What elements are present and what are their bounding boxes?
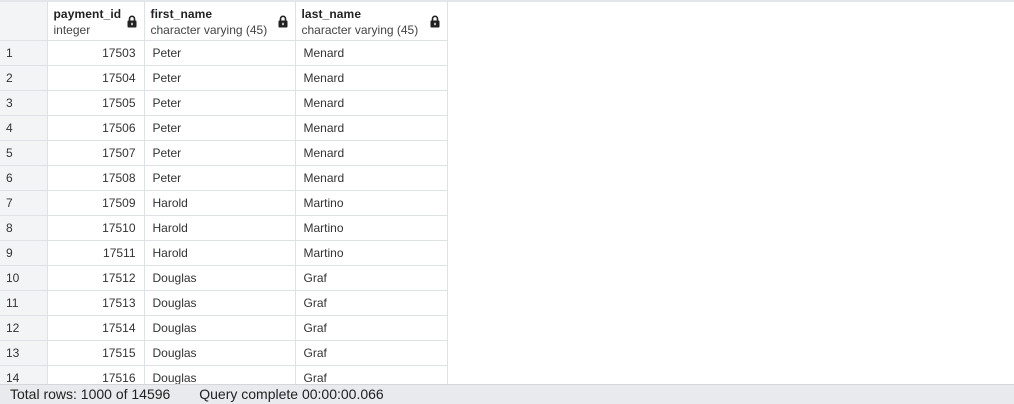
row-number[interactable]: 8 xyxy=(0,215,48,241)
cell-payment-id[interactable]: 17508 xyxy=(47,165,145,191)
data-output-grid[interactable]: payment_id integer first_name character … xyxy=(0,2,1014,384)
lock-icon xyxy=(278,15,287,28)
column-name: first_name xyxy=(150,7,213,21)
row-number[interactable]: 13 xyxy=(0,340,48,366)
cell-first-name[interactable]: Peter xyxy=(144,90,296,116)
row-number[interactable]: 12 xyxy=(0,315,48,341)
cell-payment-id[interactable]: 17509 xyxy=(47,190,145,216)
table-row[interactable]: 2 17504 Peter Menard xyxy=(0,65,448,91)
cell-first-name[interactable]: Peter xyxy=(144,140,296,166)
cell-last-name[interactable]: Martino xyxy=(295,190,448,216)
table-row[interactable]: 12 17514 Douglas Graf xyxy=(0,315,448,341)
result-table: payment_id integer first_name character … xyxy=(0,2,448,384)
column-header-last-name[interactable]: last_name character varying (45) xyxy=(295,2,448,41)
table-row[interactable]: 1 17503 Peter Menard xyxy=(0,40,448,66)
cell-payment-id[interactable]: 17514 xyxy=(47,315,145,341)
cell-first-name[interactable]: Peter xyxy=(144,165,296,191)
table-row[interactable]: 6 17508 Peter Menard xyxy=(0,165,448,191)
cell-last-name[interactable]: Menard xyxy=(295,115,448,141)
cell-last-name[interactable]: Menard xyxy=(295,90,448,116)
row-number-header[interactable] xyxy=(0,2,48,41)
row-number[interactable]: 2 xyxy=(0,65,48,91)
row-number[interactable]: 3 xyxy=(0,90,48,116)
row-number[interactable]: 4 xyxy=(0,115,48,141)
cell-first-name[interactable]: Harold xyxy=(144,240,296,266)
row-number[interactable]: 1 xyxy=(0,40,48,66)
cell-last-name[interactable]: Graf xyxy=(295,315,448,341)
row-number[interactable]: 9 xyxy=(0,240,48,266)
cell-first-name[interactable]: Douglas xyxy=(144,265,296,291)
query-complete-status: Query complete 00:00:00.066 xyxy=(199,386,384,402)
cell-first-name[interactable]: Peter xyxy=(144,65,296,91)
lock-icon xyxy=(127,15,136,28)
cell-payment-id[interactable]: 17507 xyxy=(47,140,145,166)
column-type: character varying (45) xyxy=(150,23,268,37)
cell-first-name[interactable]: Harold xyxy=(144,190,296,216)
table-row[interactable]: 14 17516 Douglas Graf xyxy=(0,365,448,384)
row-number[interactable]: 10 xyxy=(0,265,48,291)
cell-first-name[interactable]: Douglas xyxy=(144,365,296,384)
column-name: last_name xyxy=(301,7,362,21)
table-row[interactable]: 9 17511 Harold Martino xyxy=(0,240,448,266)
lock-icon xyxy=(430,15,439,28)
column-header-payment-id[interactable]: payment_id integer xyxy=(47,2,145,41)
table-row[interactable]: 4 17506 Peter Menard xyxy=(0,115,448,141)
cell-last-name[interactable]: Menard xyxy=(295,65,448,91)
status-bar: Total rows: 1000 of 14596 Query complete… xyxy=(0,384,1014,404)
column-header-first-name[interactable]: first_name character varying (45) xyxy=(144,2,296,41)
row-number[interactable]: 5 xyxy=(0,140,48,166)
header-row: payment_id integer first_name character … xyxy=(0,2,448,41)
cell-payment-id[interactable]: 17503 xyxy=(47,40,145,66)
cell-first-name[interactable]: Douglas xyxy=(144,340,296,366)
cell-payment-id[interactable]: 17504 xyxy=(47,65,145,91)
table-row[interactable]: 10 17512 Douglas Graf xyxy=(0,265,448,291)
cell-first-name[interactable]: Peter xyxy=(144,40,296,66)
table-row[interactable]: 11 17513 Douglas Graf xyxy=(0,290,448,316)
cell-last-name[interactable]: Graf xyxy=(295,290,448,316)
cell-payment-id[interactable]: 17513 xyxy=(47,290,145,316)
cell-payment-id[interactable]: 17516 xyxy=(47,365,145,384)
cell-last-name[interactable]: Martino xyxy=(295,240,448,266)
cell-last-name[interactable]: Martino xyxy=(295,215,448,241)
row-number[interactable]: 11 xyxy=(0,290,48,316)
cell-last-name[interactable]: Menard xyxy=(295,165,448,191)
total-rows-status: Total rows: 1000 of 14596 xyxy=(10,386,171,402)
cell-first-name[interactable]: Harold xyxy=(144,215,296,241)
cell-last-name[interactable]: Menard xyxy=(295,40,448,66)
cell-last-name[interactable]: Graf xyxy=(295,340,448,366)
cell-payment-id[interactable]: 17510 xyxy=(47,215,145,241)
cell-first-name[interactable]: Douglas xyxy=(144,315,296,341)
row-number[interactable]: 7 xyxy=(0,190,48,216)
cell-first-name[interactable]: Douglas xyxy=(144,290,296,316)
table-row[interactable]: 13 17515 Douglas Graf xyxy=(0,340,448,366)
cell-payment-id[interactable]: 17505 xyxy=(47,90,145,116)
cell-payment-id[interactable]: 17511 xyxy=(47,240,145,266)
cell-last-name[interactable]: Graf xyxy=(295,365,448,384)
table-row[interactable]: 8 17510 Harold Martino xyxy=(0,215,448,241)
cell-payment-id[interactable]: 17506 xyxy=(47,115,145,141)
cell-first-name[interactable]: Peter xyxy=(144,115,296,141)
table-row[interactable]: 7 17509 Harold Martino xyxy=(0,190,448,216)
cell-payment-id[interactable]: 17512 xyxy=(47,265,145,291)
column-type: character varying (45) xyxy=(301,23,419,37)
cell-last-name[interactable]: Menard xyxy=(295,140,448,166)
row-number[interactable]: 6 xyxy=(0,165,48,191)
table-row[interactable]: 3 17505 Peter Menard xyxy=(0,90,448,116)
cell-payment-id[interactable]: 17515 xyxy=(47,340,145,366)
table-row[interactable]: 5 17507 Peter Menard xyxy=(0,140,448,166)
row-number[interactable]: 14 xyxy=(0,365,48,384)
cell-last-name[interactable]: Graf xyxy=(295,265,448,291)
